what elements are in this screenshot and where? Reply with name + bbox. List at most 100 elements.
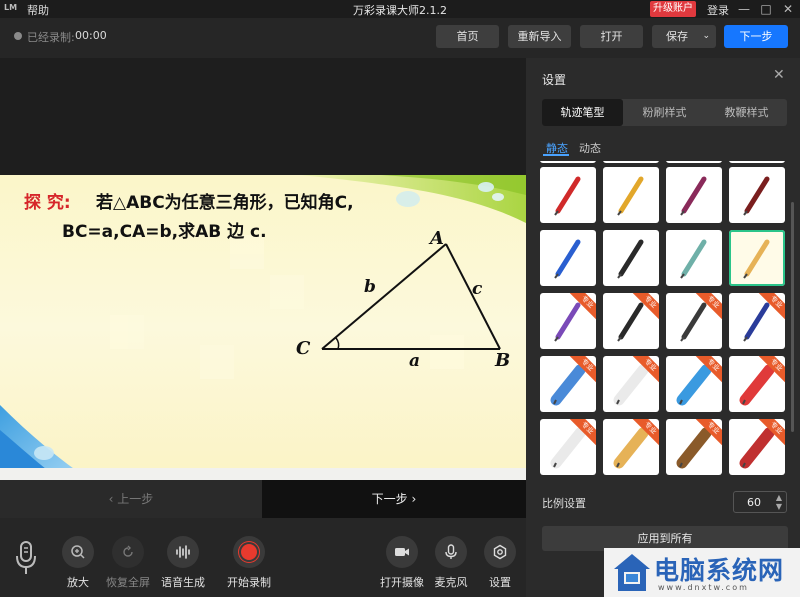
pen-style-item[interactable]: 专业: [540, 356, 596, 412]
explore-label: 探 究:: [24, 193, 71, 213]
maximize-icon[interactable]: □: [755, 0, 777, 18]
problem-line-2: BC=a,CA=b,求AB 边 c.: [62, 222, 267, 242]
restore-fullscreen-label: 恢复全屏: [106, 576, 150, 589]
pen-style-item[interactable]: 专业: [666, 293, 722, 349]
recorded-time: 00:00: [75, 29, 107, 42]
save-label: 保存: [666, 30, 688, 43]
record-icon: [233, 536, 265, 568]
restore-icon: [112, 536, 144, 568]
tab-pen-style[interactable]: 轨迹笔型: [542, 99, 623, 126]
pen-style-item[interactable]: [540, 230, 596, 286]
upgrade-account-button[interactable]: 升级账户: [650, 1, 696, 17]
problem-line-1: 若△ABC为任意三角形，已知角C,: [96, 193, 354, 213]
pen-style-item[interactable]: 专业: [666, 419, 722, 475]
pen-style-item[interactable]: [729, 167, 785, 223]
recording-status-icon: [14, 32, 22, 40]
next-step-button[interactable]: 下一步: [724, 25, 788, 48]
watermark-text: 电脑系统网: [654, 556, 785, 585]
bottom-control-bar: 放大 恢复全屏 语音生成 开始录制 打开摄像 麦克风 设置: [0, 518, 526, 597]
camera-icon: [386, 536, 418, 568]
pen-icon: [554, 239, 581, 279]
slide-navigation: ‹ 上一步 下一步 ›: [0, 480, 526, 518]
pen-icon: [554, 176, 581, 216]
pen-style-item[interactable]: [603, 167, 659, 223]
pen-style-item[interactable]: 专业: [540, 293, 596, 349]
scale-value: 60: [747, 496, 761, 509]
settings-title: 设置: [542, 73, 567, 87]
prev-step-button[interactable]: ‹ 上一步: [0, 480, 262, 518]
close-icon[interactable]: ✕: [773, 67, 785, 83]
tab-brush-style[interactable]: 粉刷样式: [624, 99, 705, 126]
watermark-url: www.dnxtw.com: [658, 583, 749, 592]
voice-generate-label: 语音生成: [161, 576, 205, 589]
subtab-dynamic[interactable]: 动态: [579, 140, 601, 156]
side-c-label: c: [472, 279, 483, 299]
pen-style-item[interactable]: 专业: [729, 419, 785, 475]
start-recording-button[interactable]: 开始录制: [219, 536, 279, 590]
pen-style-item[interactable]: [666, 161, 722, 163]
slide-preview: 探 究: 若△ABC为任意三角形，已知角C, BC=a,CA=b,求AB 边 c…: [0, 175, 526, 480]
pen-style-item[interactable]: 专业: [603, 293, 659, 349]
zoom-in-icon: [62, 536, 94, 568]
pen-style-item[interactable]: 专业: [603, 356, 659, 412]
pen-style-item[interactable]: 专业: [540, 419, 596, 475]
pen-style-item[interactable]: 专业: [603, 419, 659, 475]
reimport-button[interactable]: 重新导入: [508, 25, 571, 48]
next-slide-button[interactable]: 下一步 ›: [262, 480, 526, 518]
preview-area: 探 究: 若△ABC为任意三角形，已知角C, BC=a,CA=b,求AB 边 c…: [0, 58, 526, 480]
title-bar: LM 帮助 万彩录课大师2.1.2 升级账户 登录 — □ ✕: [0, 0, 800, 18]
pen-style-grid: 专业 专业 专业 专业 专业 专业 专业 专业 专业 专业 专业 专业: [540, 161, 786, 475]
pen-style-item[interactable]: [666, 230, 722, 286]
top-toolbar: 已经录制: 00:00 首页 重新导入 打开 保存 ⌄ 下一步: [0, 18, 800, 58]
pen-style-item[interactable]: [540, 167, 596, 223]
pen-style-item[interactable]: [603, 161, 659, 163]
pen-style-item[interactable]: [666, 167, 722, 223]
prev-step-label: 上一步: [117, 492, 154, 506]
pen-icon: [743, 239, 770, 279]
pen-icon: [617, 239, 644, 279]
home-button[interactable]: 首页: [436, 25, 499, 48]
close-icon[interactable]: ✕: [777, 0, 799, 18]
settings-label: 设置: [489, 576, 511, 589]
open-button[interactable]: 打开: [580, 25, 643, 48]
pen-style-item[interactable]: 专业: [729, 293, 785, 349]
scale-setting-label: 比例设置: [542, 497, 586, 510]
login-link[interactable]: 登录: [707, 2, 729, 18]
watermark-logo-icon: [614, 554, 650, 591]
pen-icon: [680, 239, 707, 279]
pen-style-item[interactable]: 专业: [666, 356, 722, 412]
pen-style-item[interactable]: [603, 230, 659, 286]
waveform-icon: [167, 536, 199, 568]
chevron-down-icon[interactable]: ⌄: [702, 25, 710, 48]
settings-tabs: 轨迹笔型 粉刷样式 教鞭样式: [542, 99, 787, 126]
gear-icon: [484, 536, 516, 568]
pen-style-item[interactable]: [540, 161, 596, 163]
restore-fullscreen-button[interactable]: 恢复全屏: [98, 536, 158, 590]
pen-style-item[interactable]: [729, 230, 785, 286]
pen-style-item[interactable]: 专业: [729, 356, 785, 412]
pen-style-item[interactable]: [729, 161, 785, 163]
grid-scrollbar[interactable]: [791, 202, 794, 432]
voice-generate-button[interactable]: 语音生成: [153, 536, 213, 590]
chevron-right-icon: ›: [407, 492, 417, 506]
subtab-underline: [543, 154, 569, 156]
microphone-icon: [435, 536, 467, 568]
recorded-label: 已经录制:: [27, 31, 75, 44]
pen-icon: [743, 176, 770, 216]
microphone-large-icon[interactable]: [14, 540, 38, 579]
settings-button[interactable]: 设置: [470, 536, 530, 590]
vertex-c-label: C: [296, 338, 311, 359]
minimize-icon[interactable]: —: [733, 0, 755, 18]
save-button[interactable]: 保存 ⌄: [652, 25, 716, 48]
vertex-b-label: B: [495, 350, 511, 371]
vertex-a-label: A: [430, 228, 444, 249]
start-recording-label: 开始录制: [227, 576, 271, 589]
tab-pointer-style[interactable]: 教鞭样式: [706, 99, 787, 126]
side-b-label: b: [364, 277, 376, 297]
site-watermark: 电脑系统网 www.dnxtw.com: [604, 548, 800, 597]
pen-icon: [617, 176, 644, 216]
chevron-left-icon: ‹: [108, 492, 118, 506]
stepper-arrows-icon[interactable]: ▲ ▼: [776, 493, 782, 511]
pen-icon: [680, 176, 707, 216]
scale-stepper[interactable]: 60 ▲ ▼: [733, 491, 787, 513]
